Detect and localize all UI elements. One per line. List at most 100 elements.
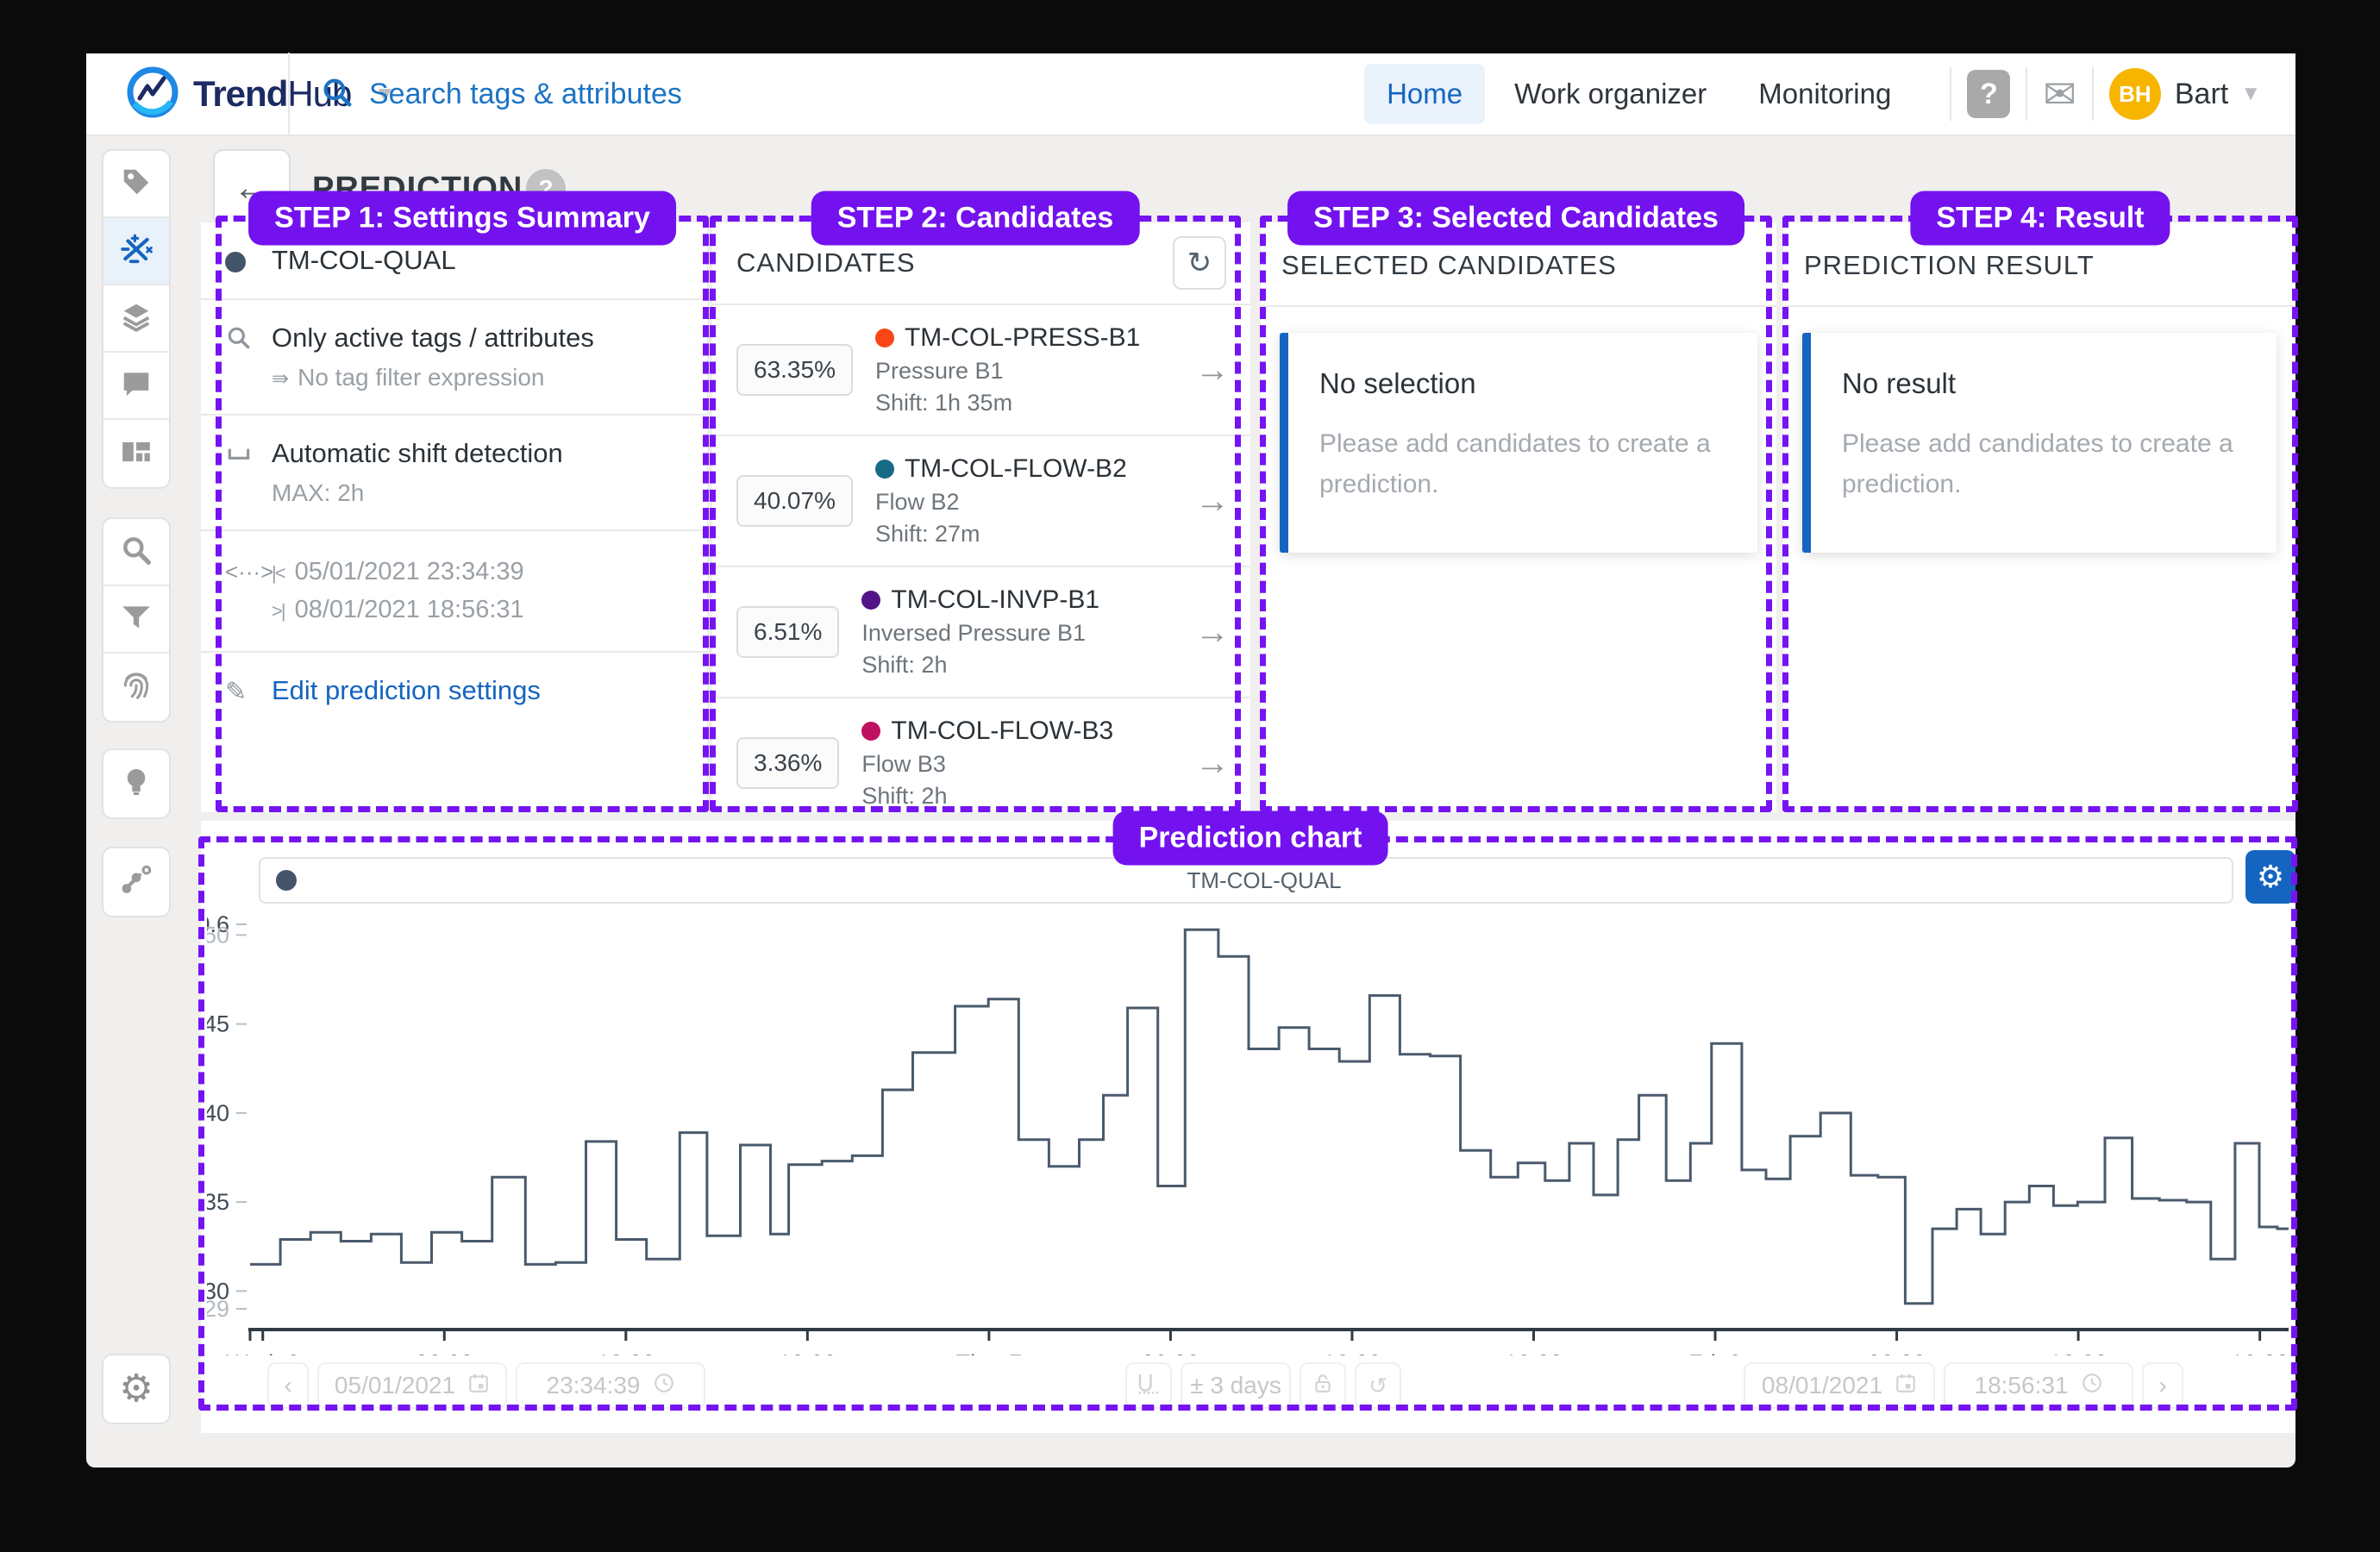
svg-text:50: 50: [207, 922, 229, 948]
shift-bracket-icon: [225, 438, 272, 474]
filter-icon: [120, 601, 153, 638]
help-icon[interactable]: ?: [1967, 70, 2010, 118]
sidebar-item-filter[interactable]: [103, 586, 169, 654]
sidebar-group-insights: [102, 748, 171, 819]
history-reset-button[interactable]: ↺: [1355, 1362, 1401, 1409]
summary-filter-title: Only active tags / attributes: [272, 322, 594, 354]
sidebar-item-layers[interactable]: [103, 285, 169, 353]
brand[interactable]: TrendHub ▼: [86, 66, 288, 123]
lock-range-button[interactable]: [1300, 1362, 1346, 1409]
range-end: >|08/01/2021 18:56:31: [272, 591, 524, 629]
sidebar-group-graph: [102, 847, 171, 917]
settings-gear-icon: ⚙: [119, 1370, 153, 1408]
candidate-percent-badge: 3.36%: [736, 737, 839, 789]
legend-series-label: TM-COL-QUAL: [297, 867, 2232, 894]
svg-text:12:00: 12:00: [2049, 1350, 2108, 1355]
user-avatar[interactable]: BH: [2109, 68, 2161, 120]
global-search[interactable]: Search tags & attributes: [290, 76, 1364, 113]
end-time-input[interactable]: 18:56:31: [1944, 1362, 2133, 1409]
clock-icon: [2081, 1372, 2103, 1400]
graph-nodes-icon: [120, 864, 153, 901]
annotation-label-step4: STEP 4: Result: [1910, 191, 2170, 246]
candidate-name: TM-COL-PRESS-B1: [875, 323, 1195, 353]
start-time-input[interactable]: 23:34:39: [516, 1362, 705, 1409]
top-navbar: TrendHub ▼ Search tags & attributes Home…: [86, 53, 2295, 136]
candidate-percent-badge: 6.51%: [736, 606, 839, 658]
navbar-divider: [2092, 67, 2094, 121]
add-candidate-arrow-icon[interactable]: →: [1195, 613, 1230, 652]
range-start: |<05/01/2021 23:34:39: [272, 554, 524, 591]
summary-filter-row: Only active tags / attributes ⇛No tag fi…: [201, 300, 707, 416]
end-date-input[interactable]: 08/01/2021: [1744, 1362, 1935, 1409]
sidebar-item-search[interactable]: [103, 519, 169, 586]
edit-prediction-settings-link[interactable]: Edit prediction settings: [272, 675, 541, 706]
sidebar-item-calculations[interactable]: [103, 218, 169, 285]
summary-range-row: <···> |<05/01/2021 23:34:39 >|08/01/2021…: [201, 531, 707, 653]
sidebar-item-recommendations[interactable]: [103, 750, 169, 817]
trendhub-logo-icon: [126, 66, 179, 123]
start-date-input[interactable]: 05/01/2021: [317, 1362, 507, 1409]
valley-curve-icon: [1136, 1370, 1162, 1402]
lock-icon: [1312, 1372, 1334, 1400]
search-input[interactable]: Search tags & attributes: [369, 78, 682, 111]
pencil-icon: ✎: [225, 675, 272, 707]
candidate-row[interactable]: 40.07% TM-COL-FLOW-B2 Flow B2 Shift: 27m…: [712, 436, 1250, 567]
summary-shift-sub: MAX: 2h: [272, 479, 563, 507]
candidate-color-dot: [875, 460, 894, 479]
candidate-shift: Shift: 2h: [861, 652, 1195, 679]
tab-home[interactable]: Home: [1364, 64, 1485, 124]
add-candidate-arrow-icon[interactable]: →: [1195, 482, 1230, 521]
compare-calc-icon: [120, 233, 153, 270]
candidate-row[interactable]: 63.35% TM-COL-PRESS-B1 Pressure B1 Shift…: [712, 305, 1250, 436]
mail-icon[interactable]: ✉: [2043, 71, 2076, 117]
clock-icon: [653, 1372, 675, 1400]
summary-shift-title: Automatic shift detection: [272, 438, 563, 469]
svg-text:Wed, 6: Wed, 6: [226, 1350, 299, 1355]
tab-work-organizer[interactable]: Work organizer: [1492, 64, 1729, 124]
sidebar-item-dependencies[interactable]: [103, 848, 169, 916]
chart-settings-button[interactable]: ⚙: [2245, 850, 2295, 904]
add-candidate-arrow-icon[interactable]: →: [1195, 744, 1230, 783]
refresh-candidates-button[interactable]: ↻: [1173, 236, 1226, 290]
candidate-row[interactable]: 3.36% TM-COL-FLOW-B3 Flow B3 Shift: 2h →: [712, 698, 1250, 829]
sidebar-item-fingerprint[interactable]: [103, 654, 169, 721]
candidate-percent-badge: 63.35%: [736, 344, 853, 396]
auto-range-button[interactable]: [1125, 1362, 1172, 1409]
calendar-icon: [467, 1372, 490, 1400]
fingerprint-icon: [120, 669, 153, 706]
svg-text:06:00: 06:00: [1142, 1350, 1200, 1355]
legend-color-dot: [276, 870, 297, 891]
sidebar-item-comments[interactable]: [103, 353, 169, 420]
bulb-icon: [120, 766, 153, 803]
tab-monitoring[interactable]: Monitoring: [1736, 64, 1913, 124]
range-window-button[interactable]: ± 3 days: [1181, 1362, 1291, 1409]
screenshot-stage: TrendHub ▼ Search tags & attributes Home…: [0, 0, 2380, 1552]
user-chevron-down-icon[interactable]: ▼: [2240, 82, 2261, 106]
svg-text:35: 35: [207, 1189, 229, 1215]
settings-summary-panel: TM-COL-QUAL Only active tags / attribute…: [201, 222, 707, 812]
nav-tabs: Home Work organizer Monitoring: [1364, 64, 1913, 124]
no-result-card: No result Please add candidates to creat…: [1802, 333, 2277, 553]
step-line-chart[interactable]: 50.6504540353029Wed, 606:0012:0018:00Thu…: [207, 911, 2295, 1355]
candidate-row[interactable]: 6.51% TM-COL-INVP-B1 Inversed Pressure B…: [712, 567, 1250, 698]
sidebar-item-tags[interactable]: [103, 151, 169, 218]
dashboard-icon: [120, 435, 153, 472]
user-name[interactable]: Bart: [2175, 78, 2228, 111]
sidebar-item-settings[interactable]: ⚙: [103, 1355, 169, 1423]
candidate-shift: Shift: 2h: [861, 783, 1195, 810]
candidate-name: TM-COL-FLOW-B2: [875, 454, 1195, 484]
sidebar-item-dashboards[interactable]: [103, 420, 169, 487]
pan-right-button[interactable]: ›: [2142, 1362, 2183, 1409]
summary-shift-row: Automatic shift detection MAX: 2h: [201, 416, 707, 531]
no-selection-text: Please add candidates to create a predic…: [1319, 424, 1716, 504]
candidate-description: Pressure B1: [875, 358, 1195, 385]
navbar-divider: [2026, 67, 2027, 121]
candidates-title: CANDIDATES: [736, 247, 916, 278]
pan-left-button[interactable]: ‹: [267, 1362, 309, 1409]
calendar-icon: [1895, 1372, 1917, 1400]
add-candidate-arrow-icon[interactable]: →: [1195, 351, 1230, 390]
layers-icon: [120, 300, 153, 337]
annotation-label-step2: STEP 2: Candidates: [811, 191, 1140, 246]
svg-text:Thu, 7: Thu, 7: [956, 1350, 1023, 1355]
gear-icon: ⚙: [2257, 859, 2284, 895]
